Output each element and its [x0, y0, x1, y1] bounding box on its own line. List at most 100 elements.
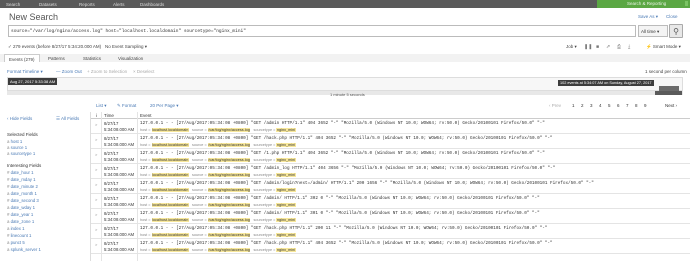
meta-host-value[interactable]: localhost.localdomain [151, 128, 189, 132]
all-fields-button[interactable]: ☰ All Fields [56, 116, 79, 122]
format-button[interactable]: ✎ Format [117, 103, 136, 109]
field-date-month[interactable]: adate_month 1 [7, 191, 37, 197]
tab-visualization[interactable]: Visualization [114, 54, 147, 62]
page-3[interactable]: 3 [590, 103, 593, 108]
page-9[interactable]: 9 [644, 103, 647, 108]
expand-row-icon[interactable]: > [95, 242, 97, 247]
stop-icon[interactable]: ■ [596, 44, 599, 50]
field-sourcetype[interactable]: asourcetype 1 [7, 151, 35, 157]
zoom-out-button[interactable]: — Zoom Out [56, 69, 82, 74]
meta-host-value[interactable]: localhost.localdomain [151, 203, 189, 207]
meta-source-value[interactable]: /var/log/nginx/access.log [207, 128, 251, 132]
field-index[interactable]: aindex 1 [7, 226, 24, 232]
table-row[interactable]: >8/27/17 5:34:08.000 AM 127.0.0.1 - - [27/… [91, 135, 690, 149]
zoom-to-selection-button[interactable]: + Zoom to Selection [87, 69, 127, 74]
meta-host-value[interactable]: localhost.localdomain [151, 173, 189, 177]
expand-row-icon[interactable]: > [95, 197, 97, 202]
meta-source-value[interactable]: /var/log/nginx/access.log [207, 218, 251, 222]
tab-statistics[interactable]: Statistics [79, 54, 105, 62]
table-row[interactable]: >8/27/17 5:34:08.000 AM 127.0.0.1 - - [27/… [91, 225, 690, 239]
meta-source-value[interactable]: /var/log/nginx/access.log [207, 203, 251, 207]
event-sampling-dropdown[interactable]: No Event Sampling ▾ [105, 44, 147, 50]
time-range-picker[interactable]: All time ▾ [638, 25, 668, 37]
expand-row-icon[interactable]: > [95, 152, 97, 157]
search-input[interactable]: source="/var/log/nginx/access.log" host=… [8, 25, 636, 37]
print-icon[interactable]: ⎙ [617, 44, 621, 50]
list-view-dropdown[interactable]: List ▾ [96, 103, 107, 109]
meta-sourcetype-value[interactable]: nginx_mini [276, 218, 296, 222]
meta-host-value[interactable]: localhost.localdomain [151, 188, 189, 192]
expand-row-icon[interactable]: > [95, 182, 97, 187]
pause-icon[interactable]: ❚❚ [584, 44, 592, 50]
page-8[interactable]: 8 [635, 103, 638, 108]
col-time[interactable]: Time [104, 113, 114, 118]
meta-sourcetype-value[interactable]: nginx_mini [276, 158, 296, 162]
nav-reports[interactable]: Reports [79, 2, 95, 7]
table-row[interactable]: >8/27/17 5:34:08.000 AM 127.0.0.1 - - [27/… [91, 150, 690, 164]
meta-source-value[interactable]: /var/log/nginx/access.log [207, 158, 251, 162]
page-4[interactable]: 4 [599, 103, 602, 108]
meta-sourcetype-value[interactable]: nginx_mini [276, 128, 296, 132]
table-row[interactable]: >8/27/17 5:34:08.000 AM 127.0.0.1 - - [27/… [91, 120, 690, 134]
format-timeline-dropdown[interactable]: Format Timeline ▾ [7, 69, 43, 75]
field-splunk-server[interactable]: asplunk_server 1 [7, 247, 41, 253]
meta-sourcetype-value[interactable]: nginx_mini [276, 248, 296, 252]
meta-host-value[interactable]: localhost.localdomain [151, 248, 189, 252]
expand-row-icon[interactable]: > [95, 227, 97, 232]
nav-datasets[interactable]: Datasets [39, 2, 57, 7]
field-date-zone[interactable]: adate_zone 1 [7, 219, 34, 225]
next-page-button[interactable]: Next › [665, 103, 677, 108]
meta-sourcetype-value[interactable]: nginx_mini [276, 188, 296, 192]
meta-host-value[interactable]: localhost.localdomain [151, 158, 189, 162]
table-row[interactable]: >8/27/17 5:34:08.000 AM 127.0.0.1 - - [27/… [91, 165, 690, 179]
timeline-selection[interactable] [655, 91, 682, 95]
meta-host-value[interactable]: localhost.localdomain [151, 218, 189, 222]
page-7[interactable]: 7 [626, 103, 629, 108]
nav-search[interactable]: Search [6, 2, 20, 7]
expand-row-icon[interactable]: > [95, 212, 97, 217]
meta-sourcetype-value[interactable]: nginx_mini [276, 203, 296, 207]
meta-source-value[interactable]: /var/log/nginx/access.log [207, 173, 251, 177]
expand-row-icon[interactable]: > [95, 137, 97, 142]
meta-sourcetype-value[interactable]: nginx_mini [276, 173, 296, 177]
meta-sourcetype-value[interactable]: nginx_mini [276, 233, 296, 237]
tab-events[interactable]: Events (279) [4, 54, 40, 62]
job-menu[interactable]: Job ▾ [566, 44, 577, 50]
tab-patterns[interactable]: Patterns [44, 54, 69, 62]
search-button[interactable]: ⚲ [669, 24, 683, 38]
meta-sourcetype-value[interactable]: nginx_mini [276, 143, 296, 147]
field-punct[interactable]: apunct 5 [7, 240, 25, 246]
meta-host-value[interactable]: localhost.localdomain [151, 143, 189, 147]
close-button[interactable]: Close [666, 14, 678, 19]
field-date-wday[interactable]: adate_wday 1 [7, 205, 35, 211]
search-mode-dropdown[interactable]: ⚡ Smart Mode ▾ [646, 44, 681, 50]
nav-dashboards[interactable]: Dashboards [140, 2, 164, 7]
field-date-mday[interactable]: #date_mday 1 [7, 177, 35, 183]
per-page-dropdown[interactable]: 20 Per Page ▾ [150, 103, 179, 109]
prev-page-button[interactable]: ‹ Prev [549, 103, 561, 108]
field-date-year[interactable]: #date_year 1 [7, 212, 33, 218]
table-row[interactable]: >8/27/17 5:34:08.000 AM 127.0.0.1 - - [27/… [91, 240, 690, 254]
table-row[interactable]: >8/27/17 5:34:08.000 AM 127.0.0.1 - - [27/… [91, 210, 690, 224]
share-icon[interactable]: ⇗ [606, 44, 610, 50]
nav-alerts[interactable]: Alerts [113, 2, 125, 7]
page-2[interactable]: 2 [581, 103, 584, 108]
deselect-button[interactable]: × Deselect [133, 69, 154, 74]
table-row[interactable]: >8/27/17 5:34:08.000 AM 127.0.0.1 - - [27/… [91, 195, 690, 209]
expand-row-icon[interactable]: > [95, 167, 97, 172]
export-icon[interactable]: ⤓ [628, 44, 630, 50]
meta-source-value[interactable]: /var/log/nginx/access.log [207, 188, 251, 192]
field-date-second[interactable]: #date_second 3 [7, 198, 39, 204]
page-6[interactable]: 6 [617, 103, 620, 108]
save-as-menu[interactable]: Save As ▾ [638, 14, 658, 20]
meta-host-value[interactable]: localhost.localdomain [151, 233, 189, 237]
hide-fields-button[interactable]: ‹ Hide Fields [7, 116, 32, 121]
expand-row-icon[interactable]: > [95, 122, 97, 127]
field-date-minute[interactable]: #date_minute 2 [7, 184, 38, 190]
timeline-chart[interactable]: Aug 27, 2017 5:33:38 AM 102 events at 5:… [7, 77, 683, 91]
page-1[interactable]: 1 [572, 103, 575, 108]
meta-source-value[interactable]: /var/log/nginx/access.log [207, 248, 251, 252]
table-row[interactable]: >8/27/17 5:34:08.000 AM 127.0.0.1 - - [27/… [91, 180, 690, 194]
page-5[interactable]: 5 [608, 103, 611, 108]
meta-source-value[interactable]: /var/log/nginx/access.log [207, 233, 251, 237]
